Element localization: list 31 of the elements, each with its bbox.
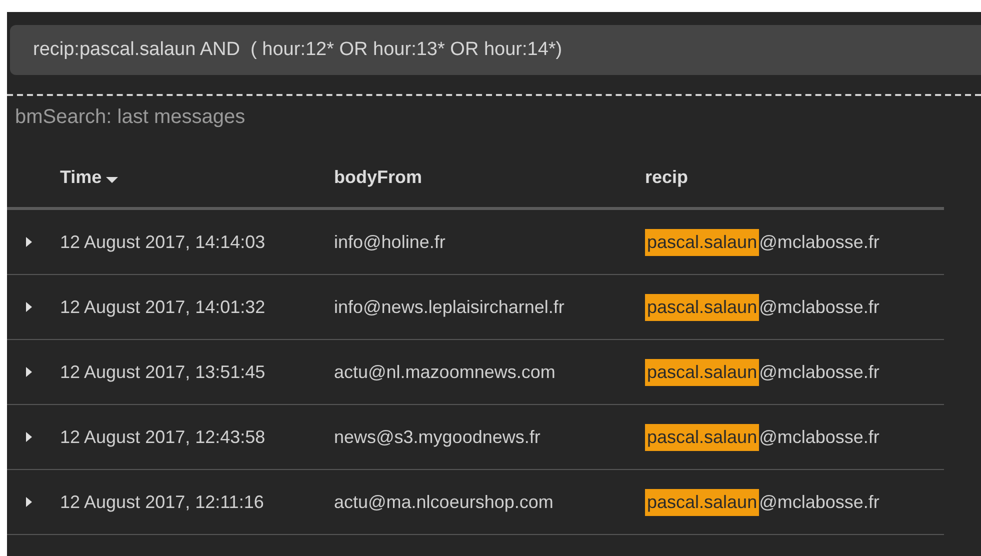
column-header[interactable]: recip	[645, 164, 688, 191]
column-header[interactable]: Time	[60, 164, 102, 191]
table-cell-text: 12 August 2017, 14:14:03	[60, 230, 266, 254]
expand-icon[interactable]	[26, 497, 32, 507]
column-header[interactable]: bodyFrom	[334, 164, 422, 191]
search-highlight: pascal.salaun	[645, 488, 760, 516]
recipient-domain: @mclabosse.fr	[759, 360, 880, 384]
table-cell-text: 12 August 2017, 12:43:58	[60, 426, 266, 449]
table-cell-text: 12 August 2017, 12:11:16	[60, 490, 265, 514]
expand-icon[interactable]	[26, 367, 32, 377]
recipient-domain: @mclabosse.fr	[759, 426, 880, 448]
search-highlight: pascal.salaun	[645, 294, 760, 320]
table-cell-text: news@s3.mygoodnews.fr	[334, 426, 542, 449]
table-cell-text: 12 August 2017, 13:51:45	[60, 360, 266, 384]
table-cell-text: actu@nl.mazoomnews.com	[334, 360, 556, 384]
sort-caret-icon[interactable]	[106, 176, 118, 182]
search-highlight: pascal.salaun	[645, 358, 760, 386]
expand-icon[interactable]	[26, 302, 32, 312]
table-cell-text: info@holine.fr	[334, 230, 446, 254]
table-cell-text: actu@ma.nlcoeurshop.com	[334, 490, 554, 514]
search-highlight: pascal.salaun	[645, 228, 760, 256]
search-field[interactable]: recip:pascal.salaun AND ( hour:12* OR hour:13* OR hour:14*)	[10, 25, 981, 75]
search-highlight: pascal.salaun	[645, 424, 760, 450]
panel-title: bmSearch: last messages	[14, 105, 246, 130]
recipient-domain: @mclabosse.fr	[759, 296, 880, 318]
recipient-domain: @mclabosse.fr	[759, 230, 880, 254]
table-cell-text: info@news.leplaisircharnel.fr	[334, 296, 566, 319]
expand-icon[interactable]	[26, 237, 32, 247]
expand-icon[interactable]	[26, 432, 32, 442]
table-cell-text: 12 August 2017, 14:01:32	[60, 296, 266, 319]
recipient-domain: @mclabosse.fr	[759, 490, 880, 514]
